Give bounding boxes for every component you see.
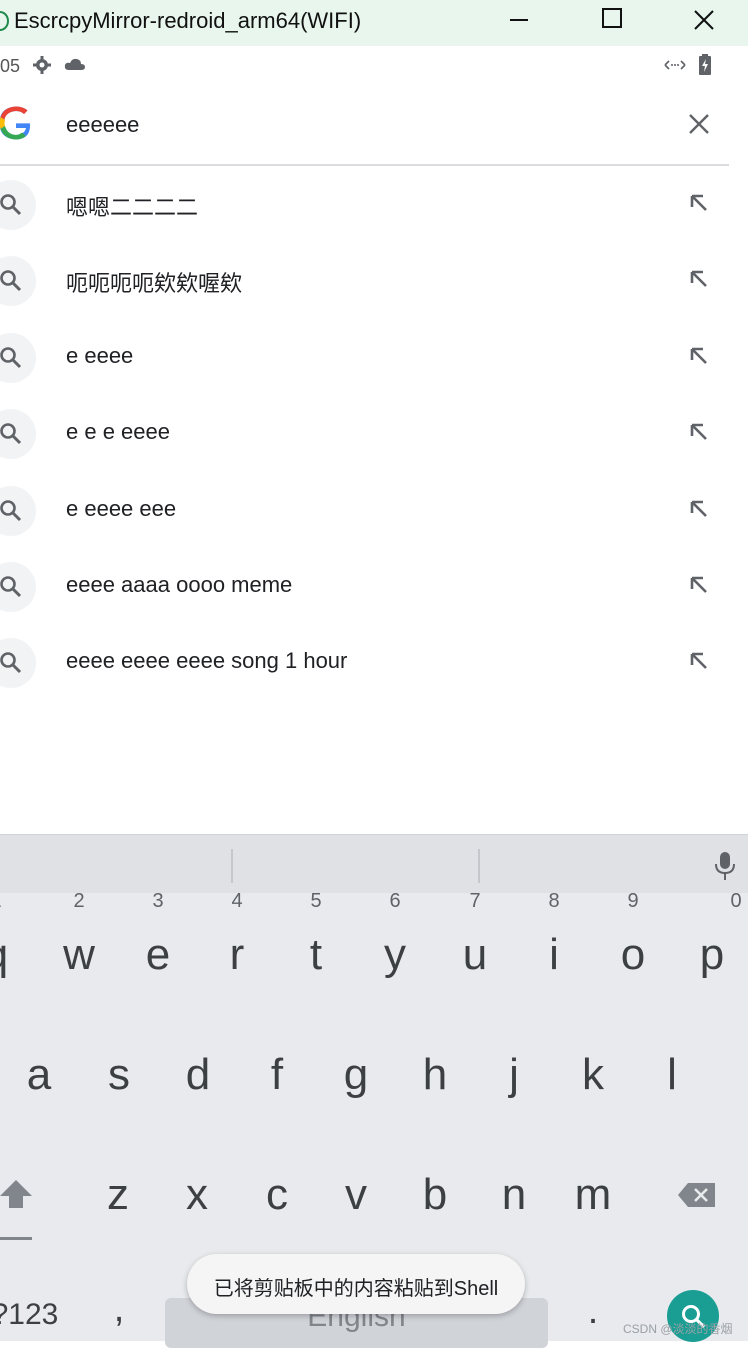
- key-w[interactable]: 2w: [55, 890, 103, 980]
- key-y[interactable]: 6y: [371, 890, 419, 980]
- backspace-icon[interactable]: [678, 1182, 716, 1208]
- key-h[interactable]: h: [411, 1050, 459, 1100]
- toast: 已将剪贴板中的内容粘贴到Shell: [187, 1254, 525, 1314]
- key-s[interactable]: s: [95, 1050, 143, 1100]
- suggestion-text: e eeee: [66, 343, 134, 368]
- status-time: 05: [0, 56, 21, 76]
- period-key[interactable]: .: [578, 1290, 608, 1333]
- app-icon: [0, 11, 9, 31]
- close-icon: [694, 10, 714, 30]
- microphone-icon[interactable]: [713, 851, 737, 881]
- key-b[interactable]: b: [411, 1170, 459, 1220]
- data-transfer-icon: [664, 60, 686, 70]
- maximize-button[interactable]: [592, 4, 632, 38]
- symbols-key[interactable]: ?123: [0, 1298, 60, 1332]
- google-logo-icon: [0, 106, 31, 140]
- battery-charging-icon: [699, 54, 711, 75]
- strip-divider: [478, 849, 480, 883]
- window-titlebar: EscrcpyMirror-redroid_arm64(WIFI): [0, 0, 748, 46]
- fill-query-arrow-icon[interactable]: [686, 648, 712, 674]
- fill-query-arrow-icon[interactable]: [686, 190, 712, 216]
- key-r[interactable]: 4r: [213, 890, 261, 980]
- suggestion-item[interactable]: 嗯嗯二二二二: [0, 166, 748, 242]
- keyboard-suggestion-strip: [0, 834, 748, 893]
- suggestion-text: e eeee eee: [66, 496, 177, 521]
- key-g[interactable]: g: [332, 1050, 380, 1100]
- key-q[interactable]: 1q: [0, 890, 20, 980]
- key-f[interactable]: f: [253, 1050, 301, 1100]
- key-o[interactable]: 9o: [609, 890, 657, 980]
- key-c[interactable]: c: [253, 1170, 301, 1220]
- status-bar: 05: [0, 46, 748, 84]
- gear-icon: [33, 56, 51, 74]
- key-d[interactable]: d: [174, 1050, 222, 1100]
- search-icon: [0, 486, 36, 536]
- suggestion-item[interactable]: 呃呃呃呃欸欸喔欸: [0, 242, 748, 318]
- search-icon: [0, 562, 36, 612]
- key-v[interactable]: v: [332, 1170, 380, 1220]
- suggestion-text: eeee eeee eeee song 1 hour: [66, 648, 348, 673]
- key-m[interactable]: m: [569, 1170, 617, 1220]
- key-e[interactable]: 3e: [134, 890, 182, 980]
- suggestion-text: e e e eeee: [66, 419, 170, 444]
- search-icon: [0, 180, 36, 230]
- comma-key[interactable]: ,: [104, 1288, 134, 1331]
- maximize-icon: [602, 8, 622, 28]
- minimize-button[interactable]: [498, 4, 538, 38]
- fill-query-arrow-icon[interactable]: [686, 419, 712, 445]
- suggestion-text: 嗯嗯二二二二: [66, 195, 199, 220]
- key-n[interactable]: n: [490, 1170, 538, 1220]
- fill-query-arrow-icon[interactable]: [686, 266, 712, 292]
- search-icon: [0, 638, 36, 688]
- shift-icon[interactable]: [0, 1178, 34, 1240]
- fill-query-arrow-icon[interactable]: [686, 496, 712, 522]
- key-j[interactable]: j: [490, 1050, 538, 1100]
- key-z[interactable]: z: [94, 1170, 142, 1220]
- watermark: CSDN @淡淡的香烟: [623, 1322, 733, 1336]
- suggestion-item[interactable]: e e e eeee: [0, 395, 748, 471]
- suggestion-text: eeee aaaa oooo meme: [66, 572, 293, 597]
- suggestion-item[interactable]: e eeee: [0, 319, 748, 395]
- suggestion-item[interactable]: eeee aaaa oooo meme: [0, 548, 748, 624]
- clear-search-icon[interactable]: [686, 111, 712, 137]
- search-bar: eeeeee: [0, 84, 748, 164]
- window-title: EscrcpyMirror-redroid_arm64(WIFI): [14, 8, 362, 33]
- key-x[interactable]: x: [173, 1170, 221, 1220]
- fill-query-arrow-icon[interactable]: [686, 572, 712, 598]
- key-k[interactable]: k: [569, 1050, 617, 1100]
- key-a[interactable]: a: [15, 1050, 63, 1100]
- strip-divider: [231, 849, 233, 883]
- search-icon: [0, 256, 36, 306]
- key-i[interactable]: 8i: [530, 890, 578, 980]
- suggestion-item[interactable]: eeee eeee eeee song 1 hour: [0, 624, 748, 700]
- key-p[interactable]: 0p: [688, 890, 742, 980]
- close-window-button[interactable]: [684, 4, 724, 38]
- minimize-icon: [510, 19, 528, 21]
- suggestion-text: 呃呃呃呃欸欸喔欸: [66, 271, 243, 296]
- search-icon: [0, 333, 36, 383]
- search-icon: [0, 409, 36, 459]
- toast-message: 已将剪贴板中的内容粘贴到Shell: [213, 1278, 499, 1300]
- cloud-icon: [64, 58, 85, 70]
- key-l[interactable]: l: [648, 1050, 696, 1100]
- key-t[interactable]: 5t: [292, 890, 340, 980]
- key-u[interactable]: 7u: [451, 890, 499, 980]
- suggestion-item[interactable]: e eeee eee: [0, 472, 748, 548]
- fill-query-arrow-icon[interactable]: [686, 343, 712, 369]
- search-input[interactable]: eeeeee: [66, 112, 139, 138]
